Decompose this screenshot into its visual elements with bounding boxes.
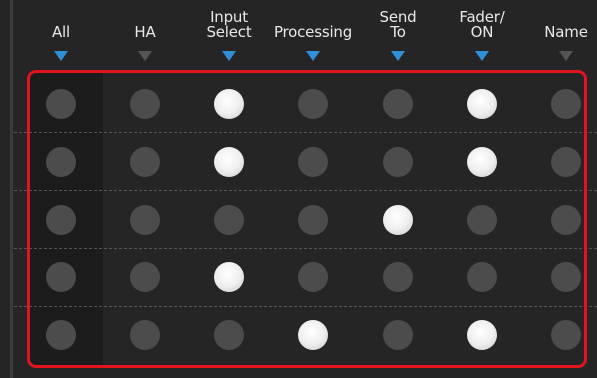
select-column-triangle-icon[interactable] <box>138 51 152 61</box>
column-label-input-select: Input Select <box>206 8 252 41</box>
select-column-triangle-icon[interactable] <box>391 51 405 61</box>
select-column-triangle-icon[interactable] <box>306 51 320 61</box>
column-header-name[interactable]: Name <box>524 0 597 70</box>
column-label-ha: HA <box>134 23 156 41</box>
column-header-input-select[interactable]: Input Select <box>187 0 271 70</box>
select-column-triangle-icon[interactable] <box>559 51 573 61</box>
column-label-send-to: Send To <box>379 8 417 41</box>
column-label-all: All <box>52 23 70 41</box>
column-header-ha[interactable]: HA <box>103 0 187 70</box>
column-label-processing: Processing <box>273 23 353 41</box>
highlight-frame <box>27 70 587 368</box>
column-header-send-to[interactable]: Send To <box>356 0 440 70</box>
column-label-fader-on: Fader/ ON <box>459 8 505 41</box>
column-header-all[interactable]: All <box>19 0 103 70</box>
copy-paste-parameter-panel: All HA Input Select Processing Send To Fader/… <box>0 0 597 378</box>
column-label-name: Name <box>544 23 588 41</box>
column-header-processing[interactable]: Processing <box>271 0 355 70</box>
select-column-triangle-icon[interactable] <box>222 51 236 61</box>
select-column-triangle-icon[interactable] <box>54 51 68 61</box>
select-column-triangle-icon[interactable] <box>475 51 489 61</box>
column-header-row: All HA Input Select Processing Send To Fader/… <box>14 0 597 70</box>
column-header-fader-on[interactable]: Fader/ ON <box>440 0 524 70</box>
panel-left-border <box>10 0 13 378</box>
